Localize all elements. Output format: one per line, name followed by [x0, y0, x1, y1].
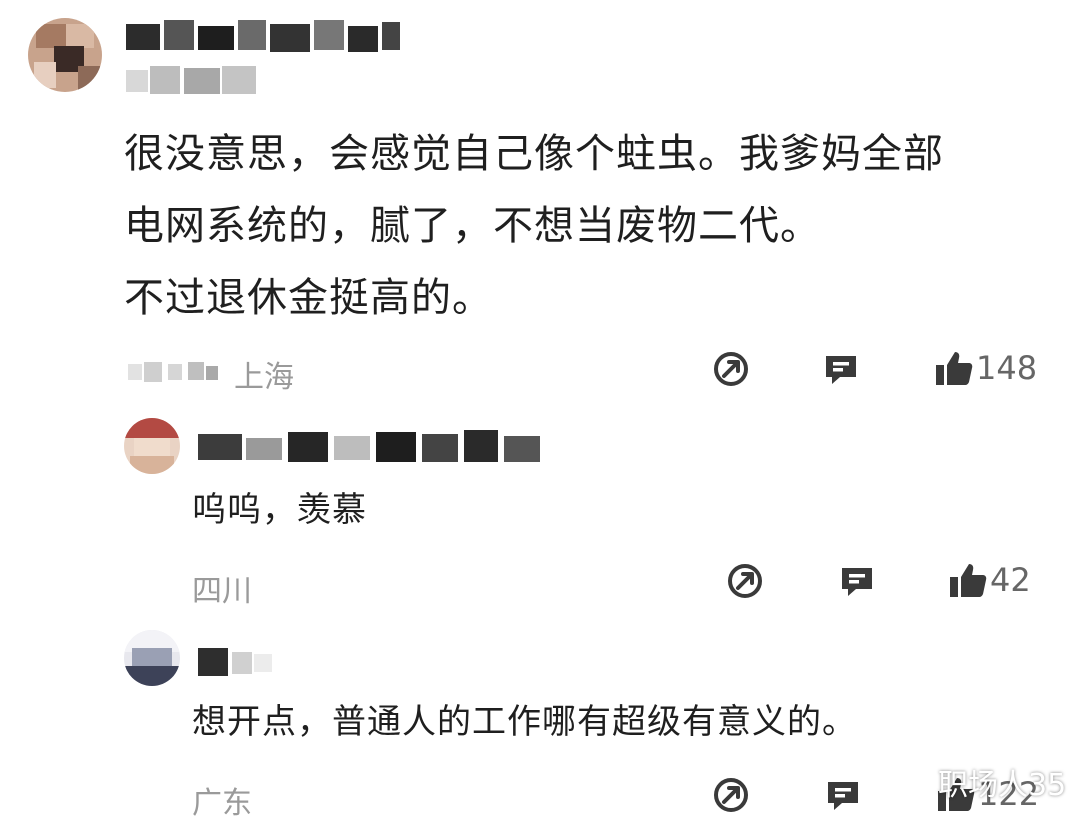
time-obscured: [128, 358, 220, 386]
avatar[interactable]: [28, 18, 102, 92]
share-button[interactable]: [712, 776, 750, 814]
avatar[interactable]: [124, 418, 180, 474]
like-count: 42: [990, 561, 1031, 599]
reply-body: 呜呜，羡慕: [192, 490, 367, 530]
reply-button[interactable]: [822, 350, 860, 388]
share-icon: [726, 562, 764, 600]
like-button[interactable]: 148: [934, 348, 1037, 388]
comment-line: 电网系统的，腻了，不想当废物二代。: [124, 203, 821, 249]
location-label: 四川: [192, 574, 252, 609]
reply-button[interactable]: [824, 776, 862, 814]
watermark: 职场人35: [898, 760, 1066, 804]
username-obscured[interactable]: [198, 430, 542, 464]
username-obscured[interactable]: [126, 20, 400, 54]
like-button[interactable]: 42: [948, 560, 1031, 600]
reply-button[interactable]: [838, 562, 876, 600]
location-label: 广东: [192, 786, 252, 821]
comment-line: 很没意思，会感觉自己像个蛀虫。我爹妈全部: [124, 131, 944, 177]
comment-icon: [822, 350, 860, 388]
wechat-icon: [898, 765, 934, 799]
watermark-text: 职场人35: [938, 768, 1067, 803]
share-button[interactable]: [726, 562, 764, 600]
comment-line: 不过退休金挺高的。: [124, 275, 493, 321]
comment-icon: [838, 562, 876, 600]
share-icon: [712, 776, 750, 814]
comment-body: 很没意思，会感觉自己像个蛀虫。我爹妈全部 电网系统的，腻了，不想当废物二代。 不…: [124, 118, 1024, 334]
thumbs-up-icon: [934, 348, 974, 388]
reply-body: 想开点，普通人的工作哪有超级有意义的。: [192, 702, 857, 742]
share-icon: [712, 350, 750, 388]
location-label: 上海: [234, 360, 294, 395]
thumbs-up-icon: [948, 560, 988, 600]
user-title-obscured: [126, 62, 258, 98]
comment-icon: [824, 776, 862, 814]
like-count: 148: [976, 349, 1038, 387]
avatar[interactable]: [124, 630, 180, 686]
username-obscured[interactable]: [198, 644, 274, 678]
share-button[interactable]: [712, 350, 750, 388]
